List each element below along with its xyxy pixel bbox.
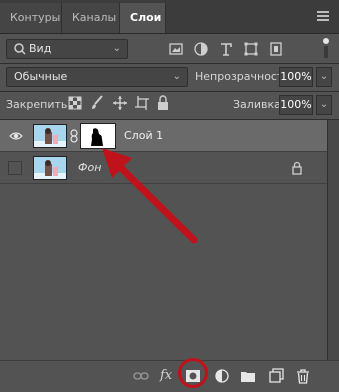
annotation-arrow <box>102 148 198 244</box>
annotation-circle <box>178 358 208 388</box>
layers-panel: Контуры Каналы Слои Вид ⌄ Обычные ⌄ Непр… <box>0 0 339 392</box>
